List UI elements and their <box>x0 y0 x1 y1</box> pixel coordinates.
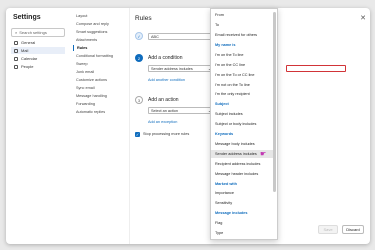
step-3-indicator: 3 <box>135 96 143 104</box>
dropdown-option[interactable]: Type <box>211 229 273 238</box>
dropdown-group-header: My name is <box>215 42 236 47</box>
dropdown-scrollbar[interactable] <box>273 12 276 192</box>
stop-processing-checkbox[interactable]: ✓ <box>135 132 140 137</box>
search-placeholder: Search settings <box>19 30 47 35</box>
nav-calendar[interactable]: Calendar <box>11 55 65 62</box>
save-button[interactable]: Save <box>318 225 338 234</box>
dropdown-option[interactable]: Subject includes <box>211 110 273 119</box>
close-icon[interactable]: ✕ <box>360 14 366 22</box>
add-another-condition-link[interactable]: Add another condition <box>148 78 185 82</box>
dropdown-option[interactable]: I'm not on the To line <box>211 80 273 89</box>
submenu-layout[interactable]: Layout <box>73 13 127 19</box>
submenu-message-handling[interactable]: Message handling <box>73 93 127 99</box>
nav-label: People <box>21 64 34 69</box>
dropdown-option[interactable]: Importance <box>211 189 273 198</box>
settings-nav: Settings ⌕ Search settings General Mail … <box>6 8 70 244</box>
dropdown-group-header: Marked with <box>215 181 237 186</box>
dropdown-option[interactable]: I'm on the To line <box>211 51 273 60</box>
app-stage: Settings ⌕ Search settings General Mail … <box>0 0 375 250</box>
nav-label: Calendar <box>21 56 38 61</box>
dropdown-option[interactable]: Message header includes <box>211 169 273 178</box>
submenu-automatic-replies[interactable]: Automatic replies <box>73 109 127 115</box>
rule-name-value: ABC <box>151 34 159 39</box>
submenu-junk[interactable]: Junk email <box>73 69 127 75</box>
nav-label: Mail <box>21 48 29 53</box>
page-title: Rules <box>135 15 152 22</box>
dropdown-option[interactable]: Subject or body includes <box>211 120 273 129</box>
condition-dropdown-menu: From To Email received for others My name i… <box>210 8 278 240</box>
people-icon <box>14 64 18 69</box>
rule-name-field[interactable]: ABC <box>148 33 214 40</box>
dropdown-option[interactable]: Flag <box>211 219 273 228</box>
settings-title: Settings <box>13 14 41 21</box>
dropdown-option[interactable]: Message body includes <box>211 140 273 149</box>
mail-submenu: Layout Compose and reply Smart suggestio… <box>70 8 130 244</box>
step-1-indicator: ✓ <box>135 32 143 40</box>
settings-dialog: Settings ⌕ Search settings General Mail … <box>6 8 370 244</box>
submenu-conditional-formatting[interactable]: Conditional formatting <box>73 53 127 59</box>
submenu-forwarding[interactable]: Forwarding <box>73 101 127 107</box>
nav-general[interactable]: General <box>11 39 65 46</box>
stop-processing-label: Stop processing more rules <box>143 132 190 136</box>
discard-button[interactable]: Discard <box>342 225 364 234</box>
submenu-smart-suggestions[interactable]: Smart suggestions <box>73 29 127 35</box>
dropdown-group-header: Subject <box>215 102 229 107</box>
dropdown-option[interactable]: To <box>211 21 273 30</box>
condition-value-input[interactable] <box>286 65 346 72</box>
submenu-attachments[interactable]: Attachments <box>73 37 127 43</box>
dropdown-option[interactable]: I'm on the To or CC line <box>211 70 273 79</box>
condition-value: Sender address includes <box>151 66 193 71</box>
calendar-icon <box>14 56 18 61</box>
add-condition-label: Add a condition <box>148 55 183 61</box>
action-placeholder: Select an action <box>151 108 179 113</box>
step-2-indicator: 2 <box>135 54 143 62</box>
dropdown-option[interactable]: Recipient address includes <box>211 160 273 169</box>
submenu-sweep[interactable]: Sweep <box>73 61 127 67</box>
gear-icon <box>14 40 18 45</box>
mail-icon <box>14 48 18 53</box>
submenu-customize-actions[interactable]: Customize actions <box>73 77 127 83</box>
search-icon: ⌕ <box>15 30 18 35</box>
submenu-compose[interactable]: Compose and reply <box>73 21 127 27</box>
dropdown-option[interactable]: I'm the only recipient <box>211 90 273 99</box>
nav-people[interactable]: People <box>11 63 65 70</box>
action-select[interactable]: Select an action ⌄ <box>148 107 214 114</box>
condition-select[interactable]: Sender address includes ⌄ <box>148 65 214 72</box>
dropdown-group-header: Message includes <box>215 211 248 216</box>
dropdown-option[interactable]: Email received for others <box>211 31 273 40</box>
submenu-rules[interactable]: Rules <box>73 45 127 51</box>
nav-label: General <box>21 40 36 45</box>
add-exception-link[interactable]: Add an exception <box>148 120 177 124</box>
search-input[interactable]: ⌕ Search settings <box>11 28 65 37</box>
nav-mail[interactable]: Mail <box>11 47 65 54</box>
dropdown-option[interactable]: I'm on the CC line <box>211 61 273 70</box>
add-action-label: Add an action <box>148 97 179 103</box>
submenu-sync[interactable]: Sync email <box>73 85 127 91</box>
pointer-cursor-icon: ☛ <box>260 151 267 158</box>
dropdown-option[interactable]: Sensitivity <box>211 199 273 208</box>
dropdown-group-header: Keywords <box>215 132 234 137</box>
dropdown-option[interactable]: From <box>211 11 273 20</box>
